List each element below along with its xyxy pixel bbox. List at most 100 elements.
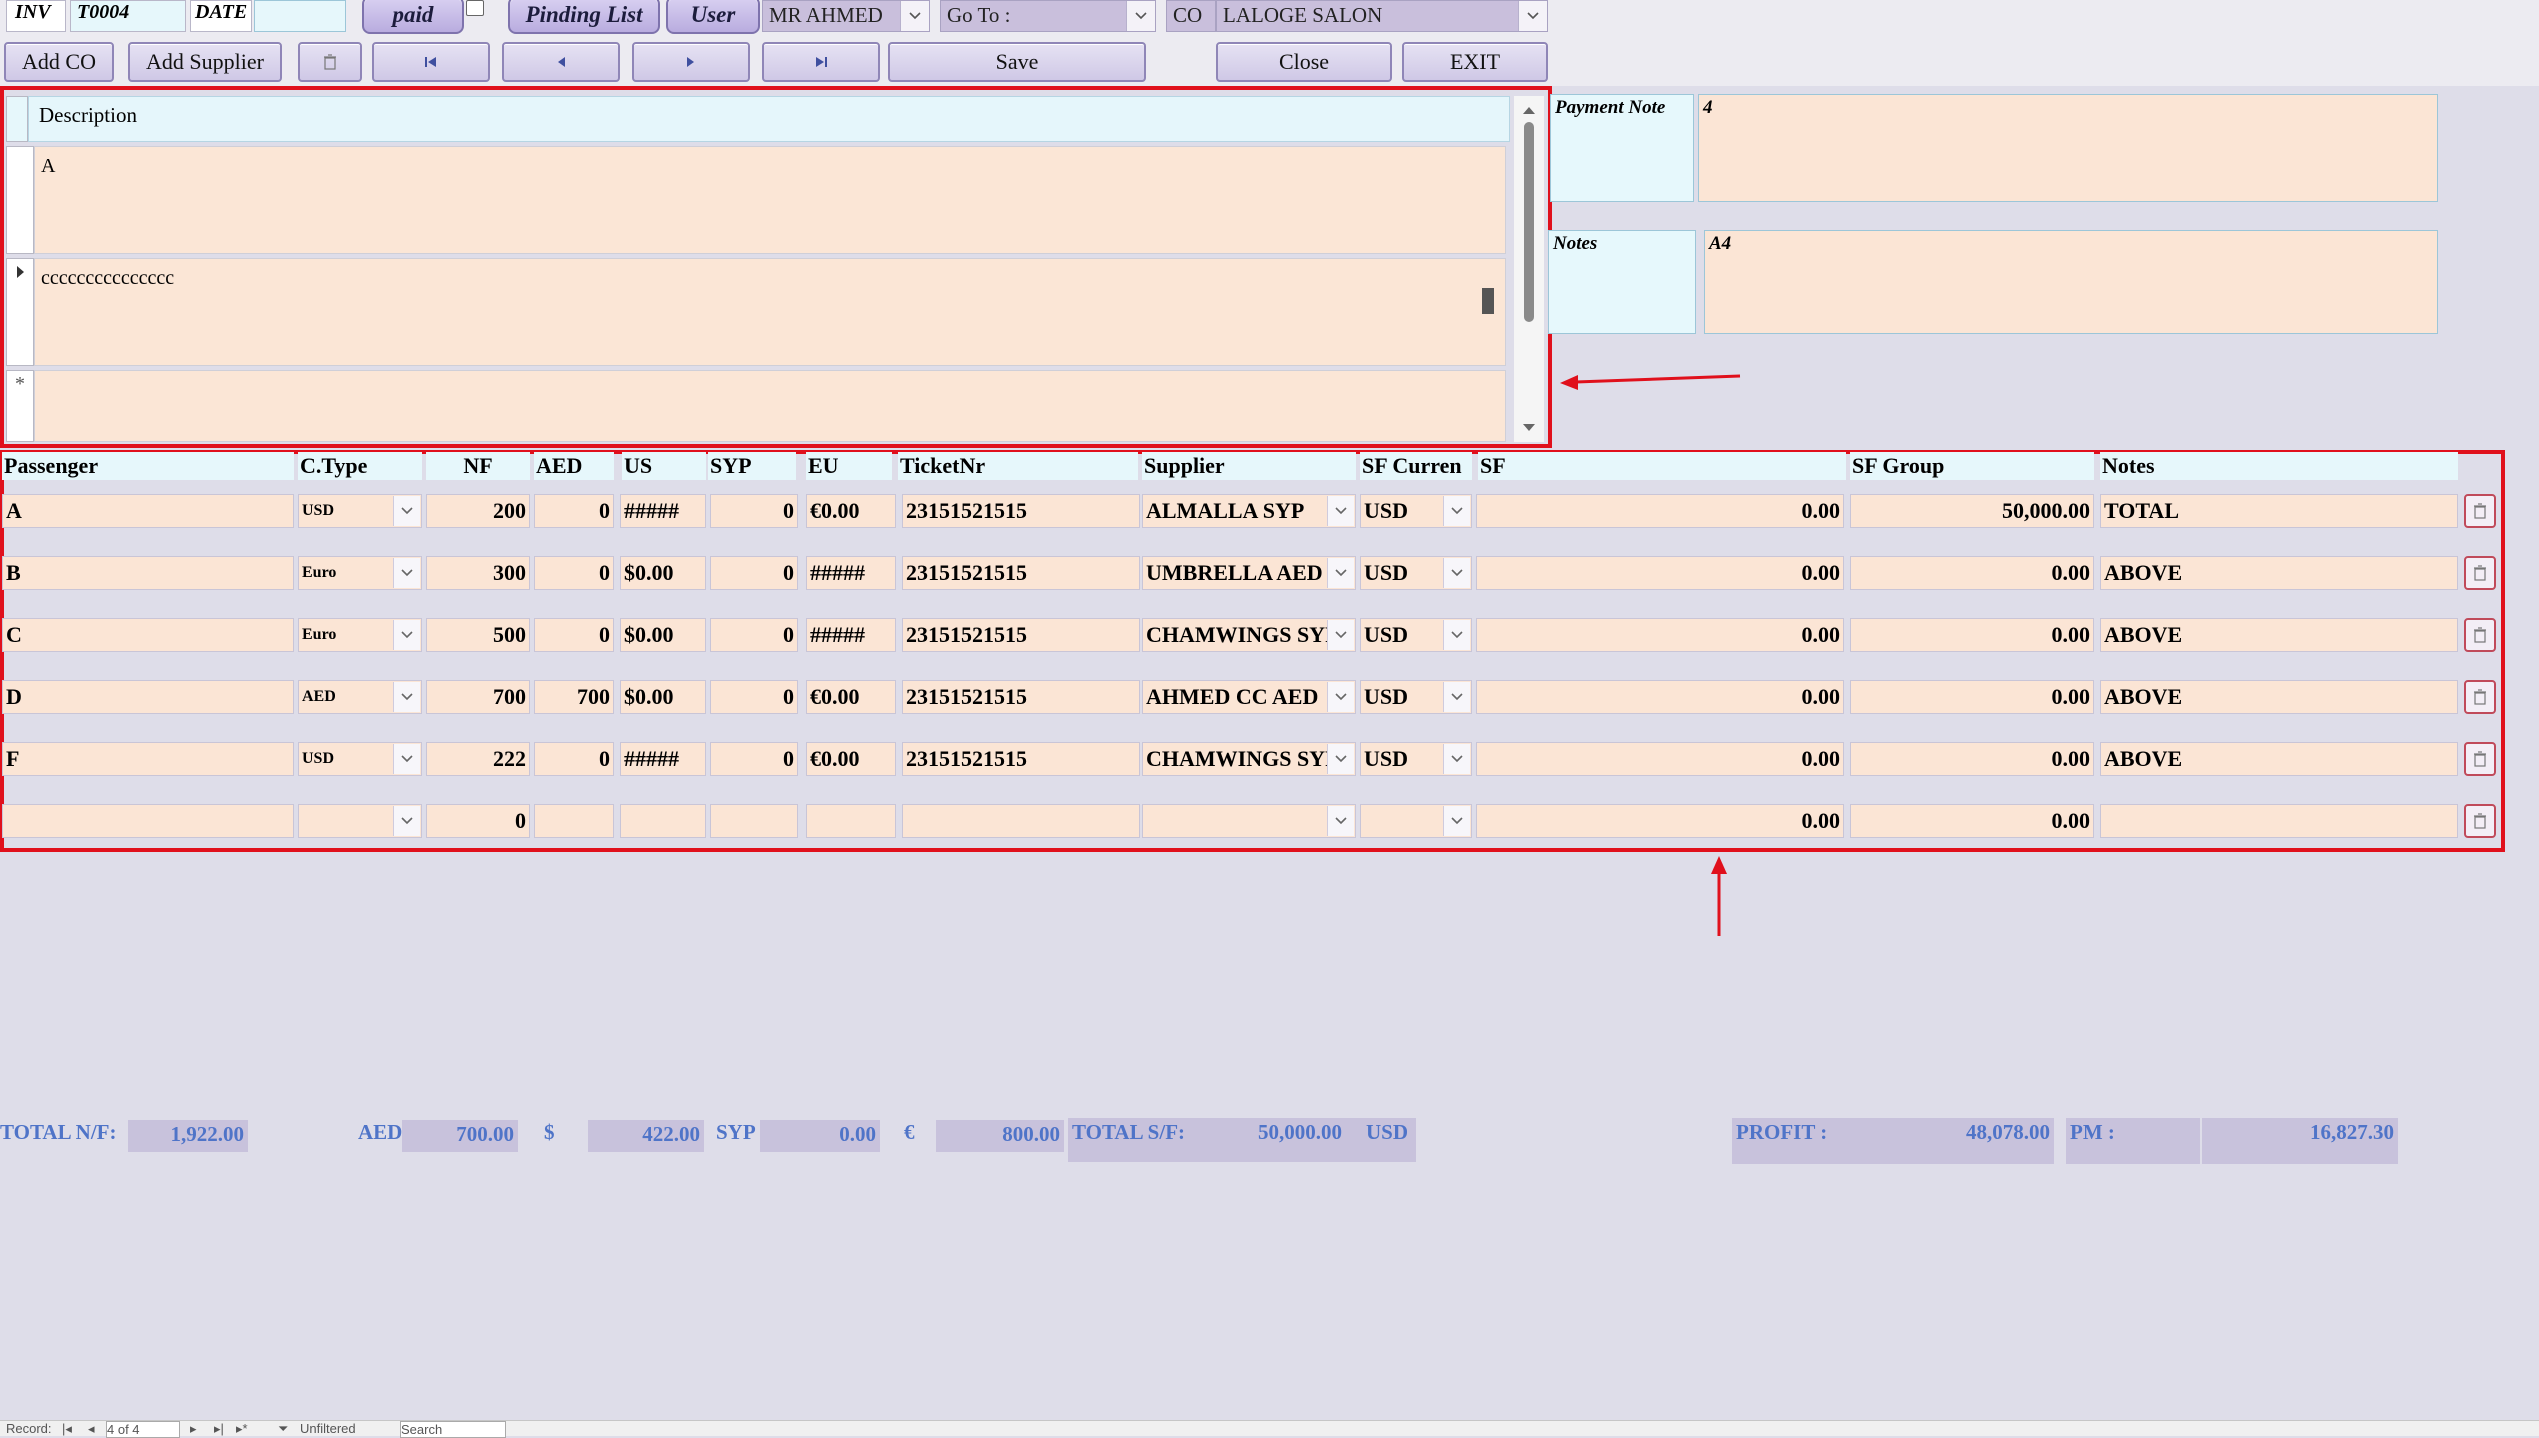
- ctype-select[interactable]: Euro: [298, 556, 422, 590]
- record-position-field[interactable]: 4 of 4: [106, 1421, 180, 1438]
- filter-icon[interactable]: ⏷: [278, 1421, 288, 1437]
- sf-cell[interactable]: 0.00: [1476, 494, 1844, 528]
- supplier-select[interactable]: ALMALLA SYP: [1142, 494, 1356, 528]
- passenger-cell[interactable]: D: [2, 680, 294, 714]
- close-button[interactable]: Close: [1216, 42, 1392, 82]
- delete-row-button[interactable]: [2464, 742, 2496, 776]
- syp-cell[interactable]: 0: [710, 680, 798, 714]
- chevron-down-icon[interactable]: [393, 620, 420, 650]
- nf-cell[interactable]: 700: [426, 680, 530, 714]
- paid-button[interactable]: paid: [362, 0, 464, 34]
- delete-record-button[interactable]: [298, 42, 362, 82]
- sf-cell[interactable]: 0.00: [1476, 742, 1844, 776]
- us-cell[interactable]: $0.00: [620, 556, 706, 590]
- eu-cell[interactable]: #####: [806, 556, 896, 590]
- aed-cell[interactable]: 0: [534, 494, 614, 528]
- description-row[interactable]: A: [34, 146, 1506, 254]
- syp-cell[interactable]: 0: [710, 494, 798, 528]
- sf-group-cell[interactable]: 0.00: [1850, 680, 2094, 714]
- notes-cell[interactable]: ABOVE: [2100, 556, 2458, 590]
- passenger-cell[interactable]: A: [2, 494, 294, 528]
- ticket-cell[interactable]: 23151521515: [902, 680, 1140, 714]
- delete-row-button[interactable]: [2464, 618, 2496, 652]
- description-row-selector-current[interactable]: [6, 258, 34, 366]
- chevron-down-icon[interactable]: [393, 806, 420, 836]
- aed-cell[interactable]: 700: [534, 680, 614, 714]
- chevron-down-icon[interactable]: [1443, 558, 1470, 588]
- sf-cell[interactable]: 0.00: [1476, 618, 1844, 652]
- sf-currency-select[interactable]: USD: [1360, 742, 1472, 776]
- sf-group-cell[interactable]: 0.00: [1850, 742, 2094, 776]
- aed-cell[interactable]: 0: [534, 556, 614, 590]
- notes-cell[interactable]: ABOVE: [2100, 618, 2458, 652]
- co-select[interactable]: LALOGE SALON: [1216, 0, 1548, 32]
- chevron-down-icon[interactable]: [1518, 1, 1547, 31]
- date-field[interactable]: [254, 0, 346, 32]
- nf-cell[interactable]: 0: [426, 804, 530, 838]
- syp-cell[interactable]: 0: [710, 742, 798, 776]
- chevron-down-icon[interactable]: [1327, 682, 1354, 712]
- aed-cell[interactable]: [534, 804, 614, 838]
- ticket-cell[interactable]: 23151521515: [902, 556, 1140, 590]
- chevron-down-icon[interactable]: [1443, 806, 1470, 836]
- prev-record-icon[interactable]: ◂: [88, 1421, 95, 1437]
- chevron-down-icon[interactable]: [393, 496, 420, 526]
- nf-cell[interactable]: 222: [426, 742, 530, 776]
- passenger-cell[interactable]: C: [2, 618, 294, 652]
- search-box[interactable]: Search: [400, 1421, 506, 1438]
- ticket-cell[interactable]: 23151521515: [902, 494, 1140, 528]
- ctype-select[interactable]: Euro: [298, 618, 422, 652]
- ticket-cell[interactable]: 23151521515: [902, 618, 1140, 652]
- supplier-select[interactable]: CHAMWINGS SYP: [1142, 742, 1356, 776]
- ctype-select[interactable]: USD: [298, 494, 422, 528]
- chevron-down-icon[interactable]: [1443, 744, 1470, 774]
- eu-cell[interactable]: €0.00: [806, 742, 896, 776]
- eu-cell[interactable]: #####: [806, 618, 896, 652]
- inv-field[interactable]: T0004: [70, 0, 186, 32]
- supplier-select[interactable]: AHMED CC AED: [1142, 680, 1356, 714]
- sf-group-cell[interactable]: 0.00: [1850, 804, 2094, 838]
- chevron-down-icon[interactable]: [1327, 806, 1354, 836]
- nf-cell[interactable]: 500: [426, 618, 530, 652]
- sf-currency-select[interactable]: [1360, 804, 1472, 838]
- payment-note-field[interactable]: 4: [1698, 94, 2438, 202]
- aed-cell[interactable]: 0: [534, 618, 614, 652]
- first-record-icon[interactable]: |◂: [62, 1421, 72, 1437]
- previous-record-button[interactable]: [502, 42, 620, 82]
- ctype-select[interactable]: USD: [298, 742, 422, 776]
- nf-cell[interactable]: 300: [426, 556, 530, 590]
- next-record-button[interactable]: [632, 42, 750, 82]
- syp-cell[interactable]: [710, 804, 798, 838]
- text-scroll-thumb[interactable]: [1482, 288, 1494, 314]
- description-new-row-selector[interactable]: *: [6, 370, 34, 442]
- notes-cell[interactable]: [2100, 804, 2458, 838]
- pinding-list-button[interactable]: Pinding List: [508, 0, 660, 34]
- notes-cell[interactable]: TOTAL: [2100, 494, 2458, 528]
- chevron-down-icon[interactable]: [1327, 558, 1354, 588]
- chevron-down-icon[interactable]: [393, 558, 420, 588]
- new-record-icon[interactable]: ▸*: [236, 1421, 248, 1437]
- description-new-row[interactable]: [34, 370, 1506, 442]
- add-supplier-button[interactable]: Add Supplier: [128, 42, 282, 82]
- exit-button[interactable]: EXIT: [1402, 42, 1548, 82]
- sf-currency-select[interactable]: USD: [1360, 618, 1472, 652]
- description-row[interactable]: ccccccccccccccc: [34, 258, 1506, 366]
- add-co-button[interactable]: Add CO: [4, 42, 114, 82]
- first-record-button[interactable]: [372, 42, 490, 82]
- last-record-icon[interactable]: ▸|: [214, 1421, 224, 1437]
- chevron-down-icon[interactable]: [1327, 496, 1354, 526]
- ctype-select[interactable]: [298, 804, 422, 838]
- chevron-down-icon[interactable]: [1443, 620, 1470, 650]
- supplier-select[interactable]: UMBRELLA AED: [1142, 556, 1356, 590]
- description-row-selector[interactable]: [6, 146, 34, 254]
- sf-cell[interactable]: 0.00: [1476, 804, 1844, 838]
- chevron-down-icon[interactable]: [1327, 620, 1354, 650]
- ticket-cell[interactable]: [902, 804, 1140, 838]
- chevron-down-icon[interactable]: [393, 744, 420, 774]
- passenger-cell[interactable]: B: [2, 556, 294, 590]
- chevron-down-icon[interactable]: [900, 1, 929, 31]
- delete-row-button[interactable]: [2464, 680, 2496, 714]
- passenger-cell[interactable]: F: [2, 742, 294, 776]
- description-scrollbar[interactable]: [1514, 96, 1544, 442]
- delete-row-button[interactable]: [2464, 556, 2496, 590]
